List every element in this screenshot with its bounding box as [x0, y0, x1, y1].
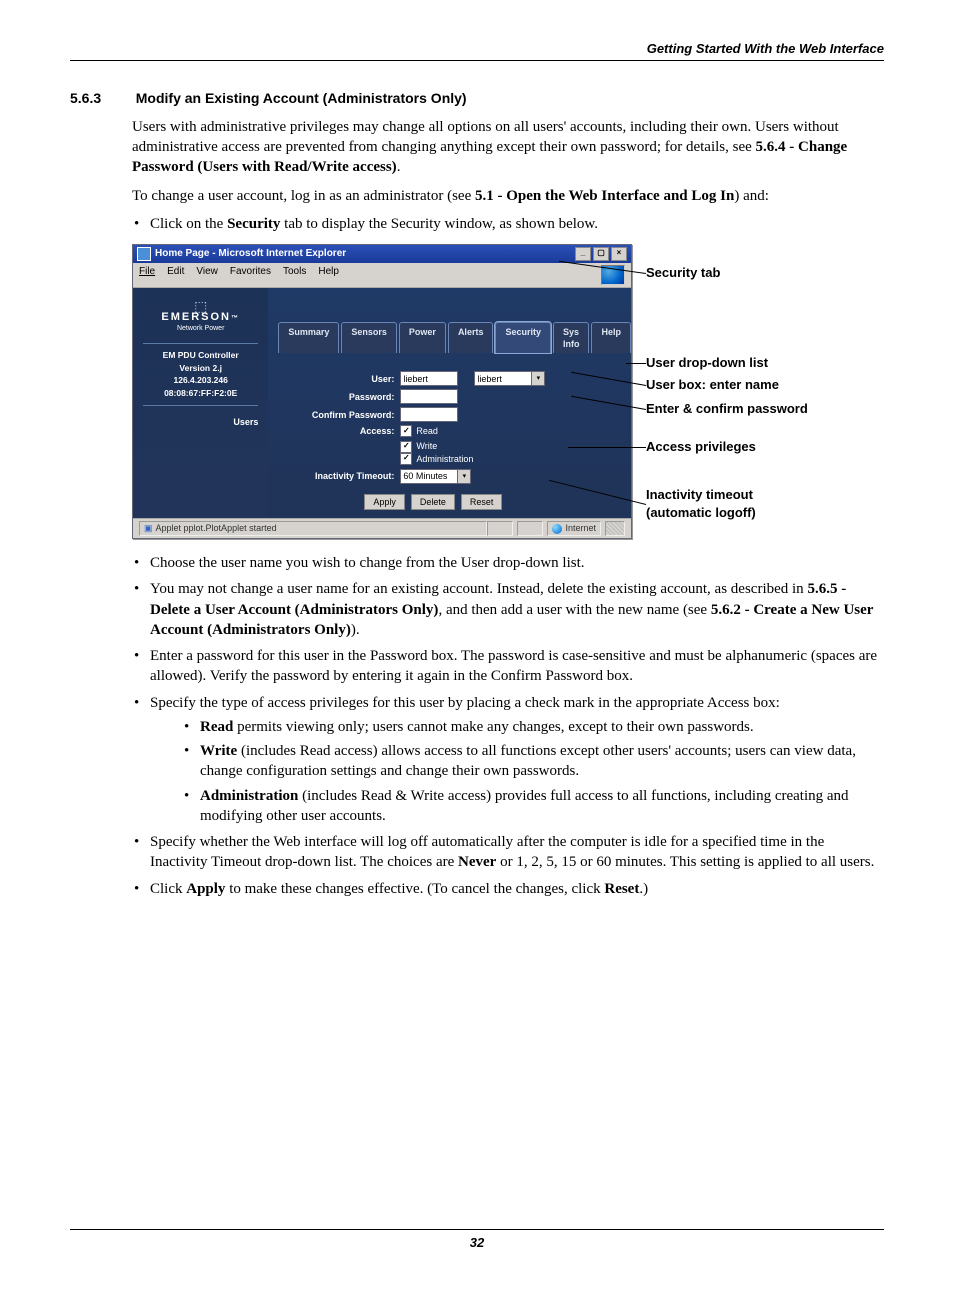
user-select[interactable]: liebert — [474, 371, 532, 386]
confirm-password-label: Confirm Password: — [274, 409, 400, 421]
sidebar-line: 126.4.203.246 — [133, 375, 268, 386]
access-admin-checkbox[interactable]: ✓ — [400, 453, 412, 465]
brand-block: ⬚ EMERSON™ Network Power — [133, 298, 268, 337]
menu-help[interactable]: Help — [318, 265, 339, 285]
minimize-button[interactable]: _ — [575, 247, 591, 261]
tab-security[interactable]: Security — [495, 322, 551, 353]
bullet-timeout: Specify whether the Web interface will l… — [132, 832, 884, 873]
timeout-label: Inactivity Timeout: — [274, 470, 400, 482]
sidebar-line: Version 2.j — [133, 363, 268, 374]
bullet-enter-password: Enter a password for this user in the Pa… — [132, 646, 884, 687]
menu-view[interactable]: View — [196, 265, 218, 285]
running-header: Getting Started With the Web Interface — [70, 40, 884, 61]
chevron-down-icon[interactable]: ▾ — [531, 371, 545, 386]
bullet-choose-user: Choose the user name you wish to change … — [132, 553, 884, 573]
access-read-checkbox[interactable]: ✓ — [400, 425, 412, 437]
sidebar: ⬚ EMERSON™ Network Power EM PDU Controll… — [133, 288, 268, 518]
sub-write: Write (includes Read access) allows acce… — [184, 741, 884, 782]
ie-page-icon — [137, 247, 151, 261]
section-number: 5.6.3 — [70, 89, 132, 108]
tab-alerts[interactable]: Alerts — [448, 322, 494, 353]
content-area: Summary Sensors Power Alerts Security Sy… — [268, 288, 631, 518]
tab-bar: Summary Sensors Power Alerts Security Sy… — [278, 322, 631, 353]
callout-user-dropdown: User drop-down list — [646, 354, 768, 372]
confirm-password-input[interactable] — [400, 407, 458, 422]
bullet-specify-access: Specify the type of access privileges fo… — [132, 693, 884, 827]
tab-help[interactable]: Help — [591, 322, 631, 353]
user-input[interactable]: liebert — [400, 371, 458, 386]
access-write-checkbox[interactable]: ✓ — [400, 441, 412, 453]
delete-button[interactable]: Delete — [411, 494, 455, 510]
bullet-apply: Click Apply to make these changes effect… — [132, 879, 884, 899]
tab-summary[interactable]: Summary — [278, 322, 339, 353]
maximize-button[interactable]: ▢ — [593, 247, 609, 261]
globe-icon — [552, 524, 562, 534]
user-label: User: — [274, 373, 400, 385]
access-label: Access: — [274, 425, 400, 437]
callout-access: Access privileges — [646, 438, 756, 456]
paragraph-1: Users with administrative privileges may… — [132, 117, 884, 178]
sub-admin: Administration (includes Read & Write ac… — [184, 786, 884, 827]
resize-grip-icon[interactable] — [605, 521, 625, 536]
callout-password: Enter & confirm password — [646, 400, 808, 418]
sidebar-line: EM PDU Controller — [133, 350, 268, 361]
section-heading: 5.6.3 Modify an Existing Account (Admini… — [70, 89, 884, 109]
brand-subtitle: Network Power — [139, 324, 262, 333]
security-form: User: liebert liebert▾ Password: Confirm… — [274, 371, 625, 510]
password-input[interactable] — [400, 389, 458, 404]
access-write-label: Write — [416, 440, 437, 452]
status-text: Applet pplot.PlotApplet started — [156, 522, 277, 534]
menu-favorites[interactable]: Favorites — [230, 265, 271, 285]
menu-file[interactable]: File — [139, 265, 155, 285]
paragraph-2: To change a user account, log in as an a… — [132, 186, 884, 206]
callout-security-tab: Security tab — [646, 264, 720, 282]
bullet-rename-note: You may not change a user name for an ex… — [132, 579, 884, 640]
password-label: Password: — [274, 391, 400, 403]
screenshot-window: Home Page - Microsoft Internet Explorer … — [132, 244, 632, 539]
section-title: Modify an Existing Account (Administrato… — [136, 90, 467, 106]
access-admin-label: Administration — [416, 453, 473, 465]
bullet-click-security: Click on the Security tab to display the… — [132, 214, 884, 234]
tab-power[interactable]: Power — [399, 322, 446, 353]
page-number: 32 — [70, 1229, 884, 1252]
sidebar-line: 08:08:67:FF:F2:0E — [133, 388, 268, 399]
window-title: Home Page - Microsoft Internet Explorer — [155, 247, 346, 261]
menu-tools[interactable]: Tools — [283, 265, 306, 285]
menu-edit[interactable]: Edit — [167, 265, 184, 285]
status-zone: Internet — [565, 522, 596, 534]
callout-user-box: User box: enter name — [646, 376, 779, 394]
timeout-select[interactable]: 60 Minutes — [400, 469, 458, 484]
chevron-down-icon[interactable]: ▾ — [457, 469, 471, 484]
titlebar: Home Page - Microsoft Internet Explorer … — [133, 245, 631, 263]
callout-timeout: Inactivity timeout (automatic logoff) — [646, 486, 756, 521]
reset-button[interactable]: Reset — [461, 494, 503, 510]
brand-name: EMERSON™ — [139, 310, 262, 325]
sub-read: Read permits viewing only; users cannot … — [184, 717, 884, 737]
close-button[interactable]: × — [611, 247, 627, 261]
access-read-label: Read — [416, 425, 438, 437]
tab-sysinfo[interactable]: Sys Info — [553, 322, 590, 353]
sidebar-section-users[interactable]: Users — [133, 412, 268, 428]
menu-bar: File Edit View Favorites Tools Help — [133, 263, 631, 288]
tab-sensors[interactable]: Sensors — [341, 322, 397, 353]
status-bar: ▣ Applet pplot.PlotApplet started Intern… — [133, 518, 631, 538]
apply-button[interactable]: Apply — [364, 494, 405, 510]
